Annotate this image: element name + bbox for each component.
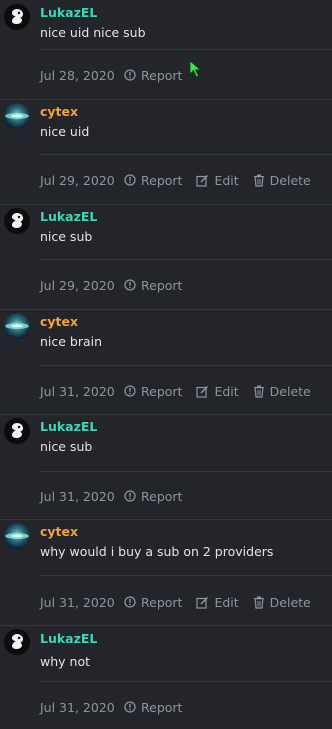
delete-label: Delete (269, 383, 311, 399)
report-icon (124, 174, 136, 186)
post-message: nice uid nice sub (40, 25, 146, 40)
edit-button[interactable]: Edit (196, 172, 239, 188)
post-date[interactable]: Jul 31, 2020 (40, 489, 124, 504)
edit-button[interactable]: Edit (196, 383, 239, 399)
avatar[interactable] (4, 523, 30, 549)
report-button[interactable]: Report (124, 278, 182, 293)
post-message: nice uid (40, 124, 90, 139)
comment-post: cytex nice uid Jul 29, 2020 Report Edit … (0, 99, 332, 205)
comment-post: cytex why would i buy a sub on 2 provide… (0, 519, 332, 626)
post-author[interactable]: LukazEL (40, 631, 97, 647)
avatar[interactable] (4, 418, 30, 444)
delete-button[interactable]: Delete (253, 384, 311, 399)
edit-label: Edit (214, 594, 239, 610)
avatar[interactable] (4, 629, 30, 655)
report-button[interactable]: Report (124, 700, 182, 715)
report-label: Report (141, 699, 183, 715)
trash-icon (253, 174, 264, 187)
divider (40, 681, 332, 682)
report-label: Report (141, 277, 183, 293)
edit-label: Edit (214, 172, 239, 188)
trash-icon (253, 596, 264, 609)
post-author[interactable]: LukazEL (40, 419, 97, 435)
avatar-symbol-icon (12, 423, 23, 438)
report-icon (124, 279, 136, 291)
avatar-space-icon (5, 323, 29, 329)
post-date[interactable]: Jul 31, 2020 (40, 384, 124, 399)
delete-button[interactable]: Delete (253, 173, 311, 188)
report-icon (124, 385, 136, 397)
avatar[interactable] (4, 313, 30, 339)
post-message: nice sub (40, 439, 93, 454)
post-footer: Jul 29, 2020 Report (40, 277, 196, 293)
report-label: Report (141, 172, 183, 188)
comment-post: LukazEL nice sub Jul 29, 2020 Report (0, 204, 332, 310)
avatar-space-icon (5, 113, 29, 119)
divider (40, 154, 332, 155)
delete-label: Delete (269, 594, 311, 610)
post-footer: Jul 28, 2020 Report (40, 67, 196, 83)
report-button[interactable]: Report (124, 68, 182, 83)
post-footer: Jul 31, 2020 Report (40, 488, 196, 504)
report-button[interactable]: Report (124, 595, 182, 610)
delete-label: Delete (269, 172, 311, 188)
report-button[interactable]: Report (124, 489, 182, 504)
edit-icon (196, 174, 209, 187)
post-footer: Jul 31, 2020 Report Edit Delete (40, 594, 325, 610)
report-button[interactable]: Report (124, 173, 182, 188)
edit-icon (196, 596, 209, 609)
post-date[interactable]: Jul 31, 2020 (40, 595, 124, 610)
edit-icon (196, 385, 209, 398)
report-label: Report (141, 594, 183, 610)
post-message: nice brain (40, 334, 103, 349)
post-author[interactable]: cytex (40, 314, 78, 330)
post-message: why would i buy a sub on 2 providers (40, 544, 274, 559)
post-footer: Jul 31, 2020 Report Edit Delete (40, 383, 325, 399)
delete-button[interactable]: Delete (253, 595, 311, 610)
post-footer: Jul 29, 2020 Report Edit Delete (40, 172, 325, 188)
avatar[interactable] (4, 208, 30, 234)
post-author[interactable]: LukazEL (40, 209, 97, 225)
divider (40, 575, 332, 576)
post-date[interactable]: Jul 31, 2020 (40, 700, 124, 715)
divider (40, 365, 332, 366)
post-date[interactable]: Jul 29, 2020 (40, 278, 124, 293)
divider (40, 49, 332, 50)
mouse-cursor-icon (189, 60, 202, 78)
avatar-symbol-icon (12, 634, 23, 649)
post-message: nice sub (40, 229, 93, 244)
divider (40, 471, 332, 472)
report-button[interactable]: Report (124, 384, 182, 399)
post-date[interactable]: Jul 28, 2020 (40, 68, 124, 83)
comment-post: LukazEL nice uid nice sub Jul 28, 2020 R… (0, 0, 332, 100)
report-label: Report (141, 383, 183, 399)
avatar-symbol-icon (12, 9, 23, 24)
edit-button[interactable]: Edit (196, 594, 239, 610)
post-author[interactable]: cytex (40, 524, 78, 540)
post-author[interactable]: LukazEL (40, 5, 97, 21)
avatar-symbol-icon (12, 213, 23, 228)
report-icon (124, 490, 136, 502)
report-label: Report (141, 67, 183, 83)
report-icon (124, 596, 136, 608)
report-icon (124, 69, 136, 81)
post-author[interactable]: cytex (40, 104, 78, 120)
trash-icon (253, 385, 264, 398)
post-footer: Jul 31, 2020 Report (40, 699, 196, 715)
edit-label: Edit (214, 383, 239, 399)
comment-post: LukazEL why not Jul 31, 2020 Report (0, 625, 332, 729)
avatar-space-icon (5, 533, 29, 539)
comment-post: cytex nice brain Jul 31, 2020 Report Edi… (0, 309, 332, 415)
post-message: why not (40, 654, 90, 669)
divider (40, 259, 332, 260)
avatar[interactable] (4, 103, 30, 129)
post-date[interactable]: Jul 29, 2020 (40, 173, 124, 188)
comment-post: LukazEL nice sub Jul 31, 2020 Report (0, 414, 332, 520)
report-label: Report (141, 488, 183, 504)
avatar[interactable] (4, 4, 30, 30)
report-icon (124, 701, 136, 713)
